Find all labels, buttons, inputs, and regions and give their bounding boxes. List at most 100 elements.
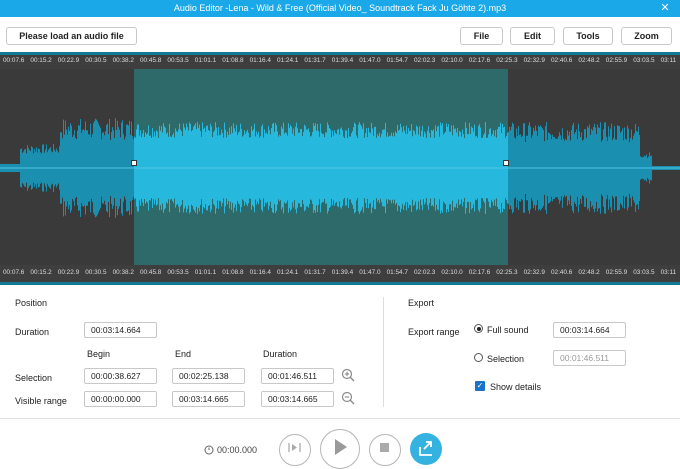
timeline-tick-label: 02:17.6	[468, 269, 491, 276]
timeline-tick-label: 01:01.1	[194, 269, 217, 276]
timeline-tick-label: 02:40.6	[551, 57, 573, 64]
timeline-tick-label: 00:07.6	[3, 57, 25, 64]
zoom-menu-button[interactable]: Zoom	[621, 27, 672, 45]
edit-menu-button[interactable]: Edit	[510, 27, 555, 45]
play-selection-button[interactable]	[279, 434, 311, 466]
timeline-tick-label: 01:39.4	[331, 57, 354, 64]
timeline-tick-label: 00:15.2	[30, 57, 52, 64]
timeline-tick-label: 03:03.5	[633, 269, 655, 276]
timeline-tick-label: 03:11	[660, 57, 677, 64]
full-sound-label[interactable]: Full sound	[487, 325, 529, 335]
full-sound-field[interactable]: 00:03:14.664	[553, 322, 626, 338]
export-button[interactable]	[410, 433, 442, 465]
visible-duration-field[interactable]: 00:03:14.665	[261, 391, 334, 407]
timeline-tick-label: 01:01.1	[194, 57, 217, 64]
timeline-tick-label: 01:47.0	[359, 269, 381, 276]
export-icon	[419, 441, 432, 456]
timeline-tick-label: 00:45.8	[140, 269, 162, 276]
selection-row-label: Selection	[15, 373, 53, 383]
play-button[interactable]	[320, 429, 360, 469]
play-icon	[335, 439, 347, 455]
waveform-panel[interactable]: 00:07.6 00:15.2 00:22.9 00:30.5 00:38.2 00:45…	[0, 52, 680, 285]
timeline-tick-label: 00:30.5	[85, 57, 107, 64]
clock-icon	[204, 445, 214, 455]
timeline-tick-label: 02:48.2	[578, 57, 600, 64]
timeline-tick-label: 02:48.2	[578, 269, 600, 276]
show-details-checkbox[interactable]: ✓	[475, 381, 485, 391]
timeline-tick-label: 02:55.9	[605, 57, 628, 64]
player-bar: 00:00.000	[0, 418, 680, 469]
position-heading: Position	[15, 298, 48, 308]
timeline-tick-label: 00:45.8	[140, 57, 162, 64]
timeline-tick-label: 02:25.3	[496, 57, 518, 64]
stop-button[interactable]	[369, 434, 401, 466]
toolbar: Please load an audio file File Edit Tool…	[0, 17, 680, 52]
timeline-top[interactable]: 00:07.6 00:15.2 00:22.9 00:30.5 00:38.2 00:45…	[0, 52, 680, 69]
zoom-in-icon[interactable]	[341, 368, 355, 382]
timeline-tick-label: 02:17.6	[468, 57, 491, 64]
playback-time: 00:00.000	[217, 445, 258, 455]
timeline-tick-label: 01:54.7	[386, 269, 408, 276]
selection-start-handle[interactable]	[131, 160, 137, 166]
selection-end-field[interactable]: 00:02:25.138	[172, 368, 245, 384]
selection-end-handle[interactable]	[503, 160, 509, 166]
timeline-tick-label: 03:11	[660, 269, 677, 276]
close-icon[interactable]: ✕	[650, 0, 680, 17]
visible-end-field[interactable]: 00:03:14.665	[172, 391, 245, 407]
begin-column-label: Begin	[87, 349, 111, 359]
export-selection-label[interactable]: Selection	[487, 354, 524, 364]
end-column-label: End	[175, 349, 192, 359]
zoom-out-icon[interactable]	[341, 391, 355, 405]
timeline-tick-label: 01:08.8	[222, 269, 244, 276]
timeline-tick-label: 02:10.0	[441, 269, 463, 276]
timeline-bottom[interactable]: 00:07.6 00:15.2 00:22.9 00:30.5 00:38.2 00:45…	[0, 265, 680, 285]
visible-begin-field[interactable]: 00:00:00.000	[84, 391, 157, 407]
tools-menu-button[interactable]: Tools	[563, 27, 613, 45]
timeline-tick-label: 01:16.4	[249, 269, 271, 276]
full-sound-radio[interactable]	[474, 324, 483, 333]
timeline-tick-label: 02:32.9	[523, 269, 545, 276]
waveform[interactable]	[0, 69, 680, 268]
timeline-tick-label: 01:54.7	[386, 57, 408, 64]
timeline-tick-label: 02:40.6	[551, 269, 573, 276]
timeline-tick-label: 00:22.9	[57, 269, 80, 276]
timeline-tick-label: 01:08.8	[222, 57, 244, 64]
selection-radio[interactable]	[474, 353, 483, 362]
show-details-label[interactable]: Show details	[490, 382, 541, 392]
timeline-tick-label: 00:22.9	[57, 57, 80, 64]
duration-field[interactable]: 00:03:14.664	[84, 322, 157, 338]
timeline-tick-label: 00:53.5	[167, 269, 189, 276]
timeline-tick-label: 00:15.2	[30, 269, 52, 276]
timeline-tick-label: 03:03.5	[633, 57, 655, 64]
selection-duration-field[interactable]: 00:01:46.511	[261, 368, 334, 384]
timeline-tick-label: 01:31.7	[304, 269, 326, 276]
duration-label: Duration	[15, 327, 50, 337]
timeline-tick-label: 01:31.7	[304, 57, 326, 64]
timeline-tick-label: 01:47.0	[359, 57, 381, 64]
timeline-tick-label: 02:32.9	[523, 57, 545, 64]
timeline-tick-label: 00:38.2	[112, 57, 134, 64]
file-menu-button[interactable]: File	[460, 27, 503, 45]
timeline-tick-label: 01:39.4	[331, 269, 354, 276]
export-selection-field: 00:01:46.511	[553, 350, 626, 366]
timeline-tick-label: 00:38.2	[112, 269, 134, 276]
export-heading: Export	[408, 298, 435, 308]
timeline-tick-label: 00:53.5	[167, 57, 189, 64]
section-divider	[383, 297, 384, 407]
timeline-tick-label: 02:02.3	[414, 57, 436, 64]
timeline-tick-label: 02:10.0	[441, 57, 463, 64]
timeline-tick-label: 02:25.3	[496, 269, 518, 276]
visible-range-label: Visible range	[15, 396, 67, 406]
timeline-tick-label: 00:07.6	[3, 269, 25, 276]
timeline-tick-label: 02:02.3	[414, 269, 436, 276]
load-audio-button[interactable]: Please load an audio file	[6, 27, 137, 45]
window-title: Audio Editor -Lena - Wild & Free (Offici…	[173, 3, 507, 13]
title-bar: Audio Editor -Lena - Wild & Free (Offici…	[0, 0, 680, 17]
duration-column-label: Duration	[263, 349, 298, 359]
timeline-tick-label: 00:30.5	[85, 269, 107, 276]
export-range-label: Export range	[408, 327, 460, 337]
timeline-tick-label: 01:24.1	[277, 57, 299, 64]
timeline-tick-label: 01:24.1	[277, 269, 299, 276]
timeline-tick-label: 02:55.9	[605, 269, 628, 276]
selection-begin-field[interactable]: 00:00:38.627	[84, 368, 157, 384]
